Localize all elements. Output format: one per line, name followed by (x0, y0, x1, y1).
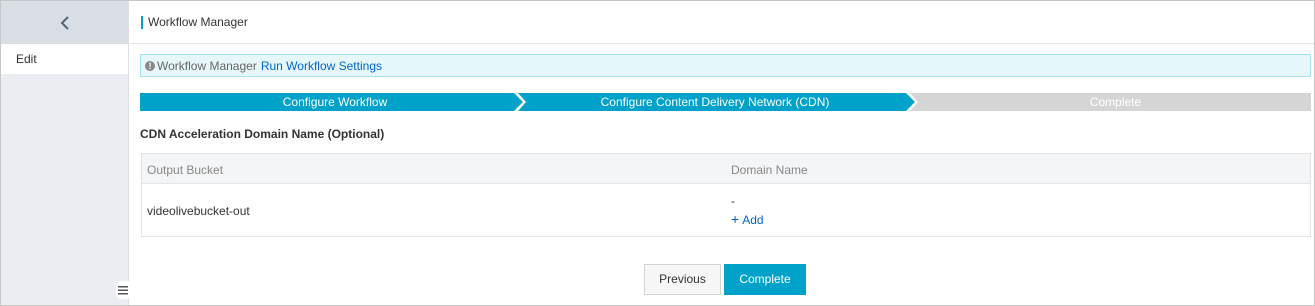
step-configure-workflow: Configure Workflow (282, 95, 388, 109)
add-domain-link[interactable]: + Add (731, 211, 764, 227)
section-title: CDN Acceleration Domain Name (Optional) (140, 127, 385, 141)
cdn-domain-table: Output Bucket Domain Name videolivebucke… (141, 153, 1311, 237)
sidebar: Edit (1, 1, 130, 305)
column-domain-name: Domain Name (731, 163, 808, 177)
page-header: Workflow Manager (130, 1, 1314, 44)
complete-button[interactable]: Complete (724, 264, 806, 295)
add-domain-label: Add (742, 213, 764, 227)
progress-steps: Configure Workflow Configure Content Del… (140, 93, 1311, 111)
chevron-left-icon (60, 15, 69, 30)
menu-icon (118, 285, 128, 294)
title-accent-bar (141, 15, 143, 29)
output-bucket-cell: videolivebucket-out (147, 204, 250, 218)
previous-button[interactable]: Previous (644, 264, 721, 295)
banner-label: Workflow Manager (157, 58, 257, 73)
info-icon: ! (145, 60, 155, 71)
back-button[interactable] (1, 1, 128, 44)
info-banner: ! Workflow Manager Run Workflow Settings (140, 54, 1311, 77)
sidebar-item-edit[interactable]: Edit (1, 44, 128, 74)
table-header: Output Bucket Domain Name (142, 154, 1310, 184)
step-complete: Complete (1089, 95, 1142, 109)
run-workflow-settings-link[interactable]: Run Workflow Settings (261, 59, 382, 73)
domain-name-cell: - (731, 194, 735, 208)
page-title: Workflow Manager (148, 15, 248, 29)
plus-icon: + (731, 211, 740, 227)
step-configure-cdn: Configure Content Delivery Network (CDN) (600, 95, 830, 109)
sidebar-item-label: Edit (16, 52, 37, 66)
sidebar-toggle[interactable] (116, 281, 130, 299)
column-output-bucket: Output Bucket (147, 163, 224, 177)
